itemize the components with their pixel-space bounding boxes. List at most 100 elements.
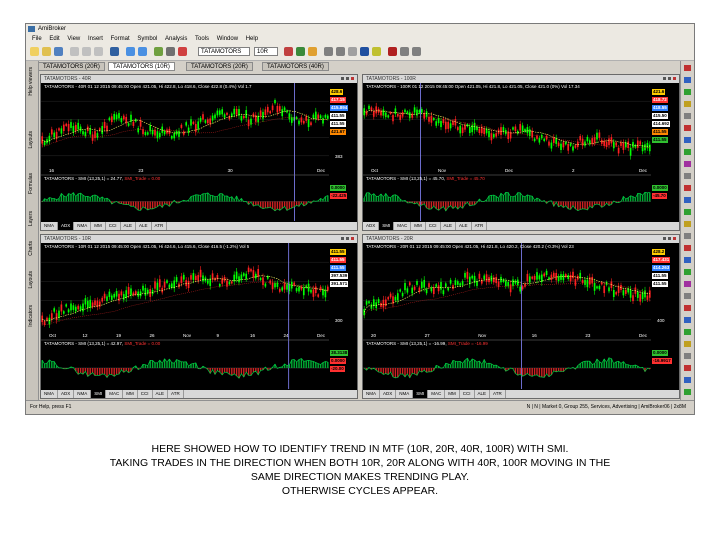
- drawing-tool-icon[interactable]: [684, 137, 691, 143]
- drawing-tool-icon[interactable]: [684, 257, 691, 263]
- drawing-tool-icon[interactable]: [684, 245, 691, 251]
- sheet-tab-atr[interactable]: ATR: [152, 222, 168, 230]
- sheet-tab-mm[interactable]: MM: [411, 222, 426, 230]
- sheet-tab-ale[interactable]: ALE: [441, 222, 457, 230]
- cursor-icon[interactable]: [348, 47, 357, 56]
- print-icon[interactable]: [110, 47, 119, 56]
- sheet-tab-mm[interactable]: MM: [91, 222, 106, 230]
- chart-pane-10r[interactable]: TATAMOTORS - 10R TATAMOTORS - 10R 01 12 …: [40, 234, 358, 399]
- candle-icon[interactable]: [296, 47, 305, 56]
- tab-tatamotors-20r[interactable]: TATAMOTORS (20R): [38, 62, 105, 71]
- price-chart[interactable]: [41, 83, 357, 230]
- sheet-tab-mac[interactable]: MAC: [428, 390, 446, 398]
- drawing-tool-icon[interactable]: [684, 149, 691, 155]
- chart-pane-20r[interactable]: TATAMOTORS - 20R TATAMOTORS - 20R 01 12 …: [362, 234, 680, 399]
- drawing-tool-icon[interactable]: [684, 281, 691, 287]
- menu-window[interactable]: Window: [217, 34, 238, 44]
- sheet-tab-mac[interactable]: MAC: [394, 222, 412, 230]
- tab-tatamotors-10r[interactable]: TATAMOTORS (10R): [108, 62, 175, 71]
- settings-icon[interactable]: [166, 47, 175, 56]
- side-tab-2[interactable]: Layouts: [28, 131, 34, 149]
- drawing-tool-icon[interactable]: [684, 269, 691, 275]
- sheet-tab-mm[interactable]: MM: [445, 390, 460, 398]
- sheet-tab-atr[interactable]: ATR: [168, 390, 184, 398]
- sheet-tab-nma[interactable]: NMA: [74, 222, 92, 230]
- sheet-tab-smi[interactable]: SMI: [379, 222, 395, 230]
- menu-help[interactable]: Help: [246, 34, 258, 44]
- properties-icon[interactable]: [412, 47, 421, 56]
- sheet-tab-nma[interactable]: NMA: [396, 390, 414, 398]
- price-chart[interactable]: [363, 243, 679, 398]
- menu-analysis[interactable]: Analysis: [165, 34, 187, 44]
- side-tab-4[interactable]: Layers: [28, 211, 34, 226]
- drawing-tool-icon[interactable]: [684, 185, 691, 191]
- drawing-tool-icon[interactable]: [684, 161, 691, 167]
- pen-icon[interactable]: [372, 47, 381, 56]
- symbol-input[interactable]: TATAMOTORS: [198, 47, 250, 56]
- draw-icon[interactable]: [324, 47, 333, 56]
- drawing-tool-icon[interactable]: [684, 197, 691, 203]
- open-icon[interactable]: [42, 47, 51, 56]
- drawing-tool-icon[interactable]: [684, 65, 691, 71]
- sheet-tab-mm[interactable]: MM: [123, 390, 138, 398]
- drawing-tool-icon[interactable]: [684, 221, 691, 227]
- drawing-tool-icon[interactable]: [684, 293, 691, 299]
- drawing-tool-icon[interactable]: [684, 233, 691, 239]
- side-tab-7[interactable]: Indicators: [28, 305, 34, 327]
- sheet-tab-ale[interactable]: ALE: [121, 222, 137, 230]
- menu-view[interactable]: View: [67, 34, 80, 44]
- tab-tatamotors-40r[interactable]: TATAMOTORS (40R): [262, 62, 329, 71]
- price-chart[interactable]: [363, 83, 679, 230]
- window-controls-icon[interactable]: [663, 236, 677, 242]
- sheet-tab-nma[interactable]: NMA: [41, 390, 58, 398]
- menu-symbol[interactable]: Symbol: [137, 34, 157, 44]
- sheet-tab-cci[interactable]: CCI: [460, 390, 475, 398]
- drawing-tool-icon[interactable]: [684, 329, 691, 335]
- chart-pane-40r[interactable]: TATAMOTORS - 40R TATAMOTORS - 40R 01 12 …: [40, 74, 358, 231]
- menu-tools[interactable]: Tools: [195, 34, 209, 44]
- menu-file[interactable]: File: [32, 34, 42, 44]
- menu-insert[interactable]: Insert: [88, 34, 103, 44]
- price-chart[interactable]: [41, 243, 357, 398]
- cut-icon[interactable]: [70, 47, 79, 56]
- drawing-tool-icon[interactable]: [684, 341, 691, 347]
- drawing-tool-icon[interactable]: [684, 89, 691, 95]
- save-icon[interactable]: [54, 47, 63, 56]
- drawing-tool-icon[interactable]: [684, 77, 691, 83]
- drawing-tool-icon[interactable]: [684, 209, 691, 215]
- chart-pane-100r[interactable]: TATAMOTORS - 100R TATAMOTORS - 100R 01 1…: [362, 74, 680, 231]
- side-tab-5[interactable]: Charts: [28, 241, 34, 256]
- sheet-tab-atr[interactable]: ATR: [490, 390, 506, 398]
- tab-tatamotors-20r-2[interactable]: TATAMOTORS (20R): [186, 62, 253, 71]
- back-icon[interactable]: [126, 47, 135, 56]
- sheet-tab-cci[interactable]: CCI: [138, 390, 153, 398]
- drawing-tool-icon[interactable]: [684, 317, 691, 323]
- sheet-tab-adx[interactable]: ADX: [58, 222, 75, 230]
- menu-format[interactable]: Format: [111, 34, 130, 44]
- zoom-icon[interactable]: [154, 47, 163, 56]
- window-controls-icon[interactable]: [341, 76, 355, 82]
- sheet-tab-smi[interactable]: SMI: [91, 390, 107, 398]
- text-icon[interactable]: [336, 47, 345, 56]
- sheet-tab-cci[interactable]: CCI: [106, 222, 121, 230]
- delete-icon[interactable]: [388, 47, 397, 56]
- grid-icon[interactable]: [400, 47, 409, 56]
- sheet-tab-ale[interactable]: ALE: [475, 390, 491, 398]
- paste-icon[interactable]: [94, 47, 103, 56]
- sheet-tab-ale[interactable]: ALE: [153, 390, 169, 398]
- forward-icon[interactable]: [138, 47, 147, 56]
- drawing-tool-icon[interactable]: [684, 305, 691, 311]
- drawing-tool-icon[interactable]: [684, 377, 691, 383]
- sheet-tab-nma[interactable]: NMA: [74, 390, 92, 398]
- interval-select[interactable]: 10R: [254, 47, 278, 56]
- sheet-tab-nma[interactable]: NMA: [41, 222, 58, 230]
- sheet-tab-adx[interactable]: ADX: [380, 390, 397, 398]
- drawing-tool-icon[interactable]: [684, 113, 691, 119]
- fib-icon[interactable]: [360, 47, 369, 56]
- side-tab-6[interactable]: Layouts: [28, 271, 34, 289]
- copy-icon[interactable]: [82, 47, 91, 56]
- sheet-tab-mac[interactable]: MAC: [106, 390, 124, 398]
- drawing-tool-icon[interactable]: [684, 173, 691, 179]
- chart-type-icon[interactable]: [284, 47, 293, 56]
- window-controls-icon[interactable]: [663, 76, 677, 82]
